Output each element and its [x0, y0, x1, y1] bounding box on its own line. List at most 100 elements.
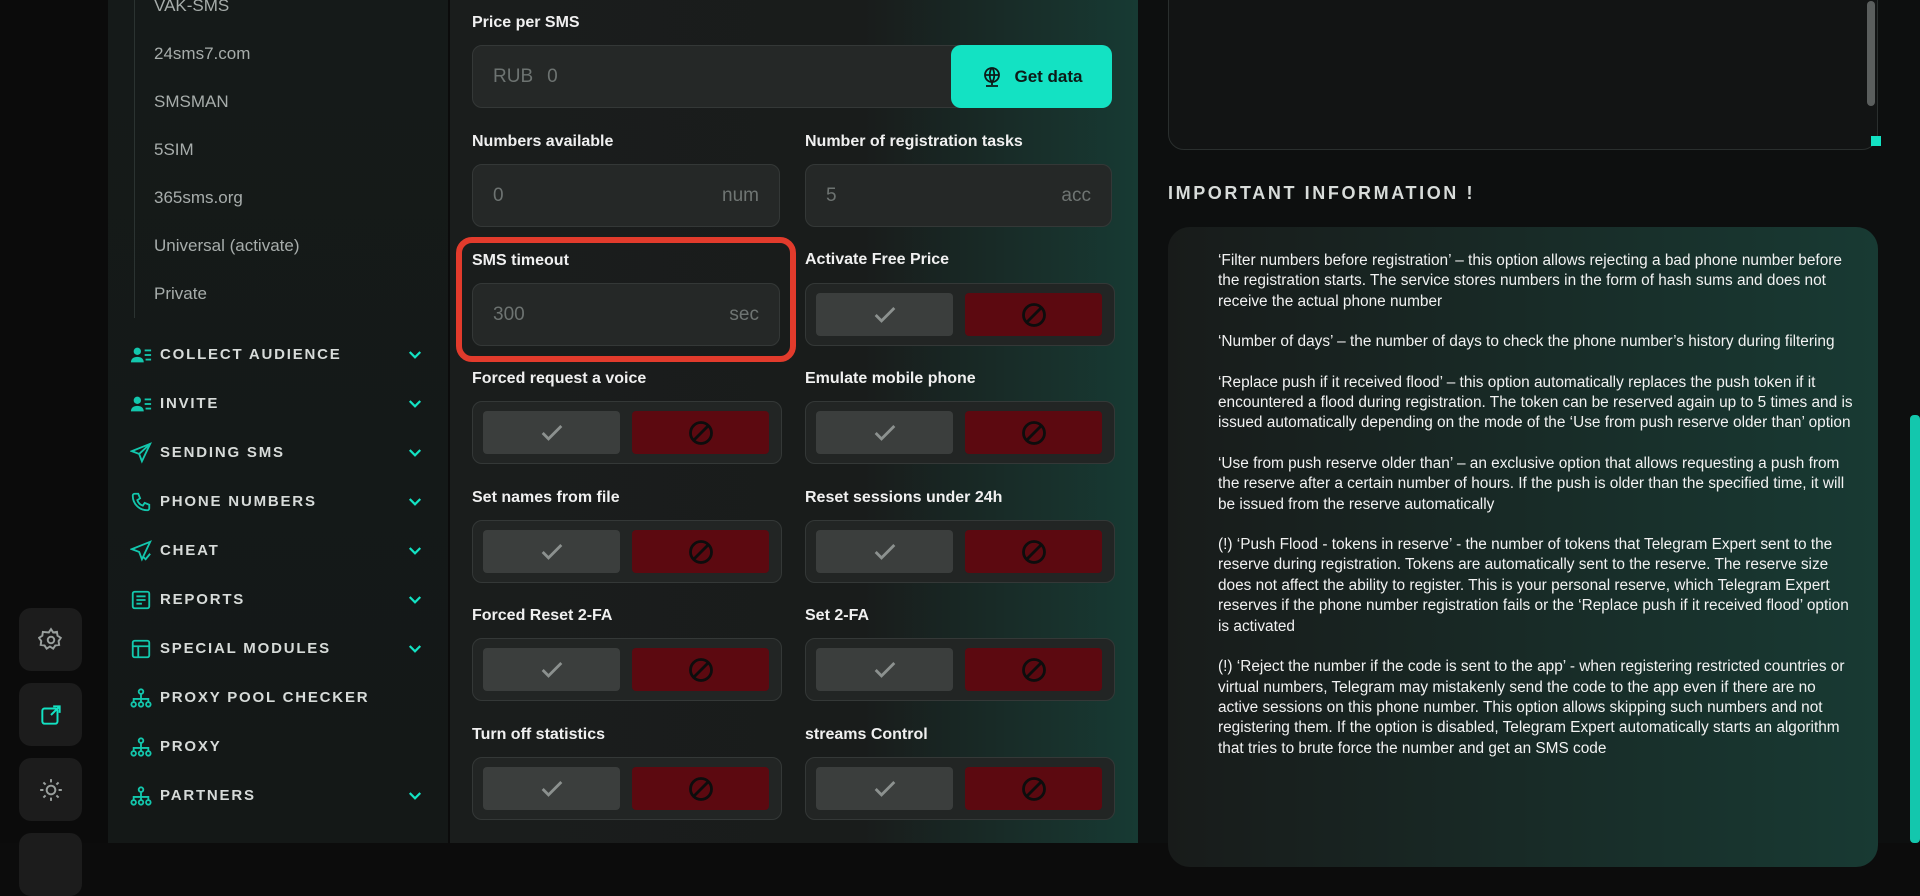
sidebar-item-cheat[interactable]: CHEAT [130, 526, 430, 575]
sub-item-smsman[interactable]: SMSMAN [135, 78, 434, 126]
sms-timeout-highlight [456, 237, 796, 362]
left-rail [0, 0, 108, 896]
disable-button[interactable] [632, 530, 769, 573]
disable-button[interactable] [965, 293, 1102, 336]
sidebar-item-special-modules[interactable]: SPECIAL MODULES [130, 624, 430, 673]
chevron-down-icon [408, 595, 422, 604]
check-icon [541, 661, 562, 678]
sub-item-vak-sms[interactable]: VAK-SMS [135, 0, 434, 30]
ban-icon [688, 539, 713, 564]
check-icon [541, 543, 562, 560]
get-data-button[interactable]: Get data [951, 45, 1112, 108]
info-panel: IMPORTANT INFORMATION ! ‘Filter numbers … [1138, 0, 1920, 867]
sidebar-item-collect-audience[interactable]: COLLECT AUDIENCE [130, 330, 430, 379]
enable-button[interactable] [483, 411, 620, 454]
check-icon [874, 543, 895, 560]
gear-icon [37, 626, 62, 650]
turn-off-stats-label: Turn off statistics [472, 726, 606, 743]
external-link-icon [40, 704, 61, 725]
sidebar-item-proxy[interactable]: PROXY [130, 722, 430, 771]
chevron-down-icon [408, 448, 422, 457]
check-icon [874, 661, 895, 678]
enable-button[interactable] [816, 767, 953, 810]
activate-free-price-toggle [805, 283, 1115, 346]
registration-tasks-value: 5 [826, 184, 837, 206]
ban-icon [688, 657, 713, 682]
disable-button[interactable] [965, 530, 1102, 573]
get-data-label: Get data [1014, 66, 1083, 86]
sub-item-365sms[interactable]: 365sms.org [135, 174, 434, 222]
streams-control-toggle [805, 757, 1115, 820]
log-textarea[interactable] [1168, 0, 1881, 150]
sub-item-5sim[interactable]: 5SIM [135, 126, 434, 174]
set-2fa-toggle [805, 638, 1115, 701]
sidebar-item-label: CHEAT [160, 542, 220, 559]
sidebar-item-partners[interactable]: PARTNERS [130, 771, 430, 820]
disable-button[interactable] [632, 411, 769, 454]
enable-button[interactable] [816, 648, 953, 691]
sub-item-24sms7[interactable]: 24sms7.com [135, 30, 434, 78]
sidebar-item-invite[interactable]: INVITE [130, 379, 430, 428]
chevron-down-icon [408, 497, 422, 506]
sidebar-item-reports[interactable]: REPORTS [130, 575, 430, 624]
disable-button[interactable] [965, 767, 1102, 810]
sidebar-item-label: SENDING SMS [160, 444, 285, 461]
sidebar-item-label: INVITE [160, 395, 220, 412]
forced-voice-toggle [472, 401, 782, 464]
enable-button[interactable] [483, 767, 620, 810]
sidebar-item-sending-sms[interactable]: SENDING SMS [130, 428, 430, 477]
send-check-icon [130, 539, 152, 562]
ban-icon [1021, 420, 1046, 445]
chevron-down-icon [408, 791, 422, 800]
streams-control-label: streams Control [805, 726, 928, 743]
sub-item-universal[interactable]: Universal (activate) [135, 222, 434, 270]
enable-button[interactable] [816, 411, 953, 454]
users-icon [130, 344, 152, 366]
rail-button-extra[interactable] [19, 833, 82, 896]
disable-button[interactable] [965, 648, 1102, 691]
settings-button[interactable] [19, 608, 82, 671]
info-paragraph: (!) ‘Push Flood - tokens in reserve’ - t… [1218, 536, 1849, 635]
sms-services-submenu: VAK-SMS 24sms7.com SMSMAN 5SIM 365sms.or… [134, 0, 434, 318]
network-icon [130, 687, 152, 709]
ban-icon [1021, 539, 1046, 564]
disable-button[interactable] [965, 411, 1102, 454]
forced-reset-2fa-label: Forced Reset 2-FA [472, 607, 613, 624]
external-link-button[interactable] [19, 683, 82, 746]
numbers-available-label: Numbers available [472, 133, 614, 150]
chevron-down-icon [408, 399, 422, 408]
tasks-unit: acc [1061, 184, 1091, 206]
price-label: Price per SMS [472, 14, 580, 31]
enable-button[interactable] [483, 530, 620, 573]
sidebar-item-proxy-pool-checker[interactable]: PROXY POOL CHECKER [130, 673, 430, 722]
chevron-down-icon [408, 644, 422, 653]
currency-prefix: RUB [493, 65, 534, 87]
numbers-available-input[interactable]: 0 num [472, 164, 780, 227]
phone-icon [130, 491, 152, 513]
registration-tasks-input[interactable]: 5 acc [805, 164, 1112, 227]
textarea-scrollbar[interactable] [1867, 1, 1875, 106]
enable-button[interactable] [483, 648, 620, 691]
sidebar-item-phone-numbers[interactable]: PHONE NUMBERS [130, 477, 430, 526]
ban-icon [1021, 302, 1046, 327]
enable-button[interactable] [816, 293, 953, 336]
ban-icon [688, 420, 713, 445]
info-paragraph: (!) ‘Reject the number if the code is se… [1218, 658, 1845, 757]
sidebar-item-label: PARTNERS [160, 787, 256, 804]
info-paragraph: ‘Replace push if it received flood’ – th… [1218, 373, 1853, 432]
check-icon [874, 780, 895, 797]
sidebar-item-label: PROXY POOL CHECKER [160, 689, 370, 706]
emulate-mobile-label: Emulate mobile phone [805, 370, 976, 387]
disable-button[interactable] [632, 767, 769, 810]
info-title: IMPORTANT INFORMATION ! [1168, 183, 1476, 203]
disable-button[interactable] [632, 648, 769, 691]
sub-item-private[interactable]: Private [135, 270, 434, 318]
numbers-available-value: 0 [493, 184, 504, 206]
info-box: ‘Filter numbers before registration’ – t… [1168, 227, 1878, 867]
sidebar-item-label: PROXY [160, 738, 222, 755]
theme-toggle-button[interactable] [19, 758, 82, 821]
page-scrollbar[interactable] [1910, 415, 1920, 843]
info-paragraph: ‘Filter numbers before registration’ – t… [1218, 252, 1842, 310]
resize-handle[interactable] [1871, 136, 1881, 146]
enable-button[interactable] [816, 530, 953, 573]
